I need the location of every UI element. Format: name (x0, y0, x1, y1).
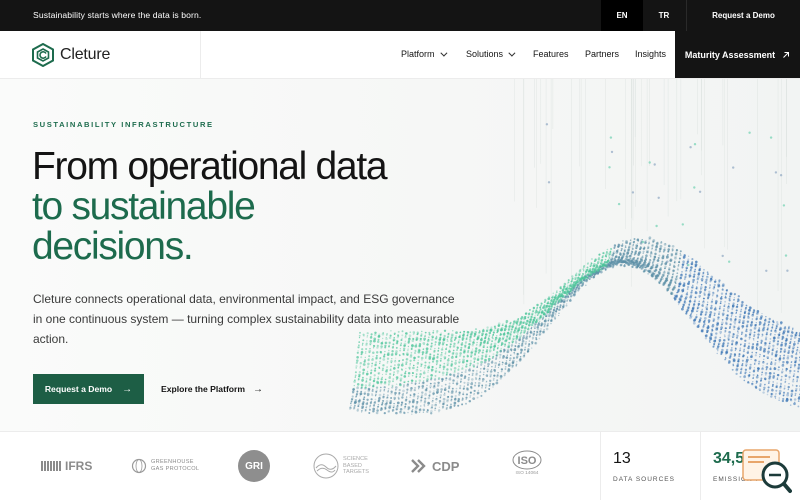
hero-title: From operational data to sustainable dec… (32, 145, 388, 268)
request-demo-label: Request a Demo (44, 384, 113, 394)
nav-solutions-label: Solutions (466, 49, 504, 59)
maturity-assessment-label: Maturity Assessment (684, 49, 776, 60)
language-tr-button[interactable]: TR (643, 0, 685, 31)
ghg-protocol-logo: GREENHOUSE GAS PROTOCOL (131, 450, 199, 482)
maturity-assessment-button[interactable]: Maturity Assessment (675, 31, 800, 78)
arrow-right-icon: → (122, 383, 133, 395)
nav-features[interactable]: Features (533, 49, 569, 59)
nav-partners[interactable]: Partners (585, 49, 619, 59)
iso-text: ISO (518, 455, 537, 467)
nav-divider (200, 31, 201, 78)
chat-widget-button[interactable] (742, 449, 792, 495)
brand-name: Cleture (60, 46, 111, 63)
stat-divider (700, 432, 701, 500)
top-request-demo-link[interactable]: Request a Demo (686, 0, 800, 31)
hero-title-line1: From operational data (32, 145, 388, 188)
stat-label: DATA SOURCES (613, 476, 675, 483)
nav-platform-label: Platform (401, 49, 435, 59)
stat-value: 13 (613, 450, 631, 467)
explore-platform-button[interactable]: Explore the Platform → (161, 374, 263, 404)
science-based-targets-logo: SCIENCE BASED TARGETS (313, 450, 369, 482)
nav-platform[interactable]: Platform (401, 49, 447, 59)
arrow-right-icon: → (253, 383, 264, 395)
iso-globe-icon: ISO (512, 450, 542, 470)
cleture-logo-icon (32, 43, 54, 67)
arrow-up-right-icon (783, 51, 790, 58)
ifrs-logo: IFRS (41, 450, 92, 482)
iso-logo: ISO ISO 14064 (512, 450, 542, 482)
cdp-logo: CDP (410, 450, 459, 482)
hero-title-line2: to sustainable (32, 185, 256, 228)
sbt-wave-icon (313, 453, 339, 479)
gri-text: GRI (238, 450, 270, 482)
stat-divider (600, 432, 601, 500)
ghg-globe-icon (131, 458, 147, 474)
hero-title-line3: decisions. (32, 225, 194, 268)
chevron-down-icon (508, 49, 516, 57)
nav-insights[interactable]: Insights (635, 49, 666, 59)
stat-data-sources: 13 DATA SOURCES (613, 450, 675, 483)
top-bar: Sustainability starts where the data is … (0, 0, 800, 31)
nav-solutions[interactable]: Solutions (466, 49, 516, 59)
ifrs-mark-icon (41, 461, 61, 471)
sbt-line3: TARGETS (343, 469, 370, 476)
chat-search-icon (742, 449, 792, 493)
ifrs-text: IFRS (65, 459, 93, 473)
sbt-line1: SCIENCE (343, 456, 368, 463)
hero-eyebrow: SUSTAINABILITY INFRASTRUCTURE (33, 120, 214, 129)
request-demo-button[interactable]: Request a Demo → (33, 374, 144, 404)
brand-logo[interactable]: Cleture (32, 43, 110, 67)
partners-strip: IFRS GREENHOUSE GAS PROTOCOL GRI SCIENCE… (0, 431, 800, 500)
language-en-button[interactable]: EN (601, 0, 643, 31)
ghg-line2: GAS PROTOCOL (151, 466, 200, 472)
hero-lead: Cleture connects operational data, envir… (33, 292, 460, 346)
cdp-mark-icon (411, 459, 426, 473)
ghg-line1: GREENHOUSE (151, 459, 194, 465)
particle-wave-illustration (349, 79, 800, 415)
hero-section: SUSTAINABILITY INFRASTRUCTURE From opera… (0, 79, 800, 431)
explore-platform-label: Explore the Platform (161, 384, 246, 394)
gri-logo: GRI (238, 450, 270, 482)
cdp-text: CDP (432, 458, 460, 474)
top-tagline: Sustainability starts where the data is … (33, 10, 202, 20)
chevron-down-icon (439, 49, 447, 57)
iso-sub: ISO 14064 (515, 471, 539, 476)
main-nav: Cleture Platform Solutions Features Part… (0, 31, 800, 79)
